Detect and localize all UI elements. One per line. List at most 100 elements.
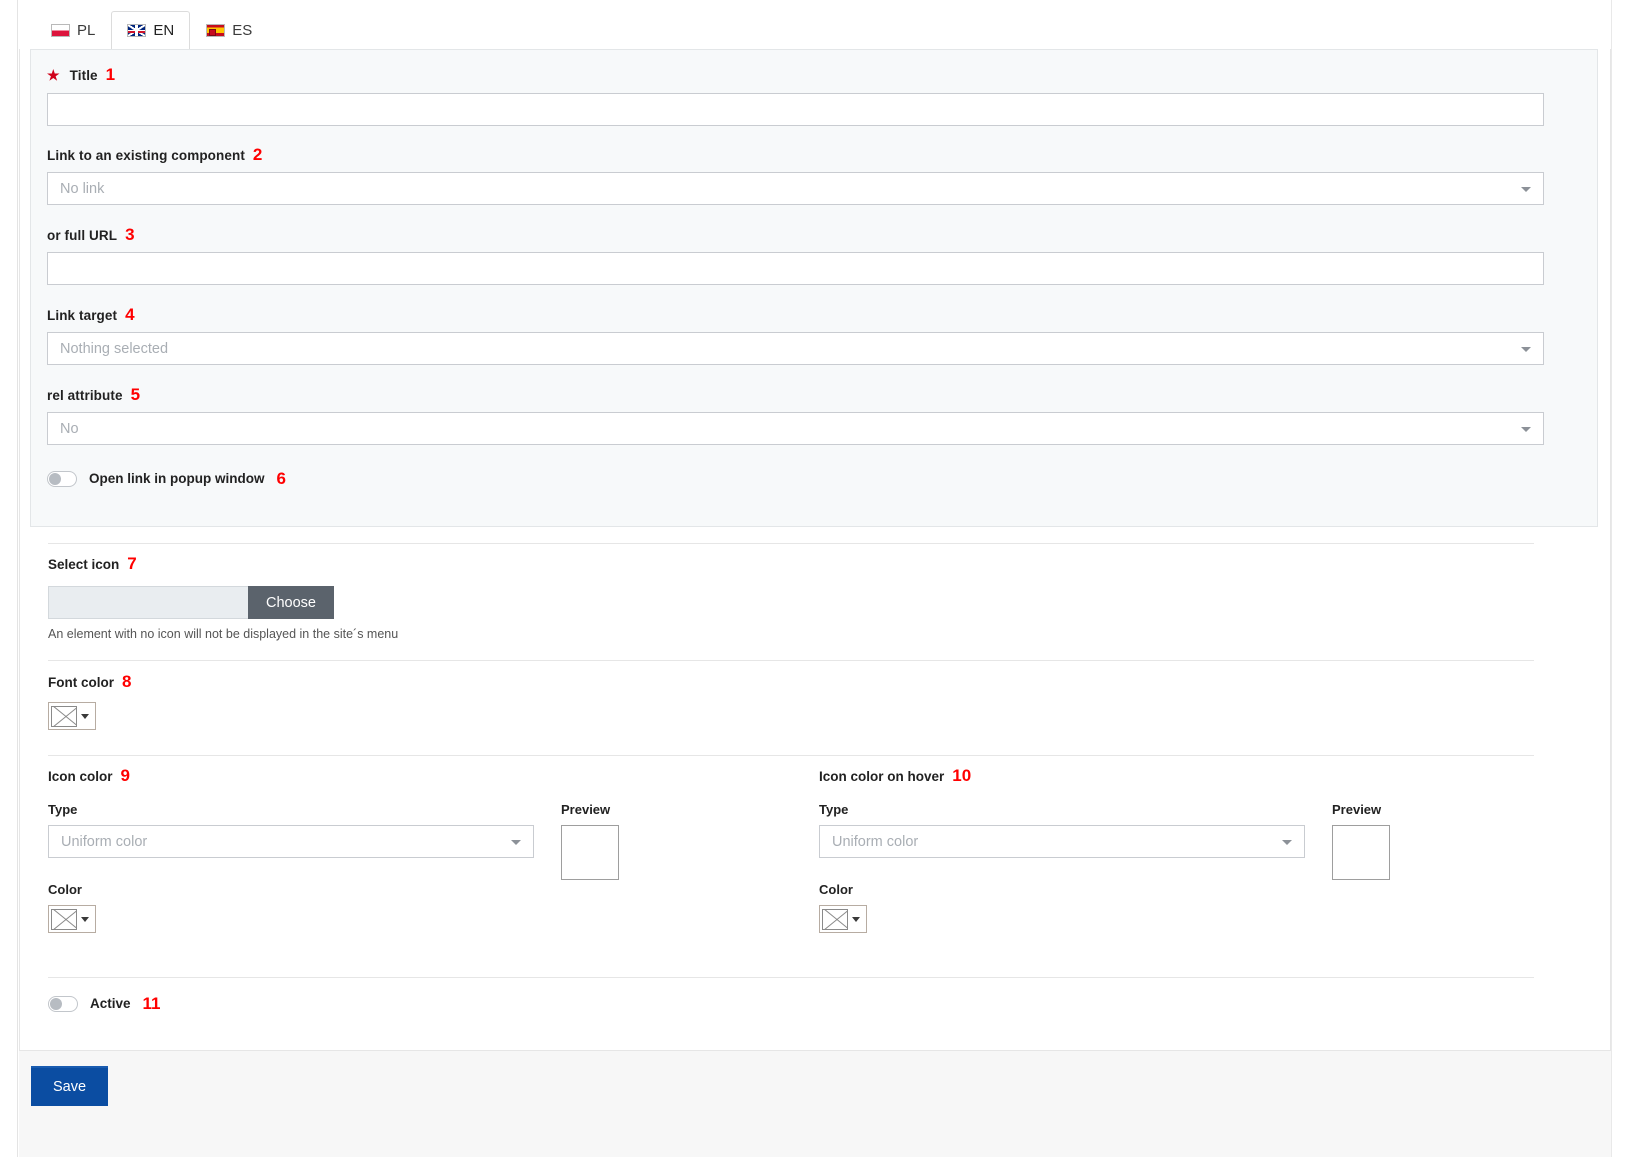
page-left-gutter	[0, 0, 18, 1157]
section-font-color: Font color 8	[48, 673, 448, 732]
icon-color-preview-box	[561, 825, 619, 880]
marker-4: 4	[125, 305, 135, 324]
icon-color-hover-type-value: Uniform color	[832, 833, 919, 850]
title-input[interactable]	[47, 93, 1544, 126]
marker-11: 11	[142, 994, 161, 1013]
icon-color-body: Type Uniform color Preview Color	[48, 802, 788, 982]
section-active-toggle: Active 11	[48, 995, 161, 1012]
form-panel: ★ Title 1 Link to an existing component …	[19, 49, 1611, 1157]
icon-color-color-group: Color	[48, 882, 96, 935]
font-color-picker[interactable]	[48, 702, 96, 730]
title-label-row: ★ Title 1	[47, 66, 1544, 84]
link-target-value: Nothing selected	[60, 340, 169, 357]
icon-color-hover-preview-box	[1332, 825, 1390, 880]
no-color-swatch-icon	[51, 908, 77, 930]
link-component-value: No link	[60, 180, 105, 197]
icon-color-hover-type-select[interactable]: Uniform color	[819, 825, 1305, 858]
icon-color-type-value: Uniform color	[61, 833, 148, 850]
page-right-gutter	[1611, 0, 1625, 1157]
icon-color-type-select[interactable]: Uniform color	[48, 825, 534, 858]
toggle-knob	[50, 997, 62, 1010]
section-icon-color-hover: Icon color on hover 10 Type Uniform colo…	[819, 767, 1559, 982]
section-select-icon: Select icon 7 Choose An element with no …	[48, 555, 648, 641]
active-toggle[interactable]	[48, 995, 78, 1012]
marker-3: 3	[125, 225, 135, 244]
rel-attribute-select[interactable]: No	[47, 412, 1544, 445]
save-button[interactable]: Save	[31, 1066, 109, 1106]
icon-color-hover-type-group: Type Uniform color	[819, 802, 1305, 858]
icon-color-preview-group: Preview	[561, 802, 681, 880]
icon-color-hover-preview-label: Preview	[1332, 802, 1382, 817]
chevron-down-icon	[1521, 346, 1531, 352]
icon-color-type-label: Type	[48, 802, 78, 817]
icon-color-hover-picker[interactable]	[819, 905, 867, 933]
divider-3	[48, 755, 1534, 756]
icon-color-picker[interactable]	[48, 905, 96, 933]
chevron-down-icon	[511, 839, 521, 845]
icon-color-label: Icon color	[48, 769, 113, 784]
icon-color-hover-type-label: Type	[819, 802, 849, 817]
font-color-label: Font color	[48, 675, 114, 690]
field-full-url: or full URL 3	[47, 226, 1544, 285]
marker-1: 1	[105, 65, 116, 84]
active-toggle-label: Active	[90, 996, 131, 1011]
chevron-down-icon	[848, 909, 864, 930]
chevron-down-icon	[77, 706, 93, 727]
tab-en[interactable]: EN	[111, 11, 191, 50]
link-target-label: Link target	[47, 308, 118, 323]
link-target-label-row: Link target 4	[47, 306, 1544, 323]
select-icon-hint: An element with no icon will not be disp…	[48, 627, 399, 641]
tab-pl-label: PL	[77, 22, 96, 39]
field-popup-toggle: Open link in popup window 6	[47, 470, 1544, 487]
tab-pl[interactable]: PL	[35, 11, 111, 49]
full-url-input[interactable]	[47, 252, 1544, 285]
required-star-icon: ★	[47, 67, 60, 83]
icon-color-hover-body: Type Uniform color Preview Color	[819, 802, 1559, 982]
tab-es-label: ES	[232, 22, 253, 39]
select-icon-label: Select icon	[48, 557, 120, 572]
rel-attribute-label: rel attribute	[47, 388, 123, 403]
no-color-swatch-icon	[51, 705, 77, 727]
icon-picker: Choose	[48, 586, 648, 619]
marker-5: 5	[130, 385, 141, 404]
full-url-label: or full URL	[47, 228, 118, 243]
popup-toggle-label: Open link in popup window	[89, 471, 265, 486]
icon-color-type-group: Type Uniform color	[48, 802, 534, 858]
field-link-target: Link target 4 Nothing selected	[47, 306, 1544, 365]
section-icon-color: Icon color 9 Type Uniform color Preview …	[48, 767, 788, 982]
tab-es[interactable]: ES	[190, 11, 268, 49]
marker-7: 7	[127, 554, 137, 573]
title-label: Title	[69, 68, 98, 83]
toggle-knob	[49, 472, 61, 485]
icon-color-hover-label-row: Icon color on hover 10	[819, 767, 1559, 784]
page-root: PL EN ES ★ Title 1 Link to an existing c…	[0, 0, 1625, 1157]
link-fieldset: ★ Title 1 Link to an existing component …	[30, 49, 1598, 527]
divider-1	[48, 543, 1534, 544]
link-target-select[interactable]: Nothing selected	[47, 332, 1544, 365]
no-color-swatch-icon	[822, 908, 848, 930]
chevron-down-icon	[1521, 426, 1531, 432]
icon-color-color-label: Color	[48, 882, 82, 897]
field-rel-attribute: rel attribute 5 No	[47, 386, 1544, 445]
full-url-label-row: or full URL 3	[47, 226, 1544, 243]
marker-6: 6	[276, 469, 286, 488]
link-component-select[interactable]: No link	[47, 172, 1544, 205]
font-color-label-row: Font color 8	[48, 673, 448, 690]
choose-icon-button[interactable]: Choose	[248, 586, 334, 619]
marker-2: 2	[252, 145, 263, 164]
divider-2	[48, 660, 1534, 661]
rel-attribute-label-row: rel attribute 5	[47, 386, 1544, 403]
rel-attribute-value: No	[60, 420, 79, 437]
flag-poland-icon	[51, 24, 70, 37]
icon-picker-field[interactable]	[48, 586, 248, 619]
link-component-label-row: Link to an existing component 2	[47, 146, 1544, 163]
field-title: ★ Title 1	[47, 66, 1544, 126]
icon-color-hover-label: Icon color on hover	[819, 769, 945, 784]
icon-color-preview-label: Preview	[561, 802, 611, 817]
chevron-down-icon	[77, 909, 93, 930]
chevron-down-icon	[1521, 186, 1531, 192]
link-component-label: Link to an existing component	[47, 148, 245, 163]
popup-window-toggle[interactable]	[47, 470, 77, 487]
select-icon-label-row: Select icon 7	[48, 555, 648, 572]
icon-color-label-row: Icon color 9	[48, 767, 788, 784]
